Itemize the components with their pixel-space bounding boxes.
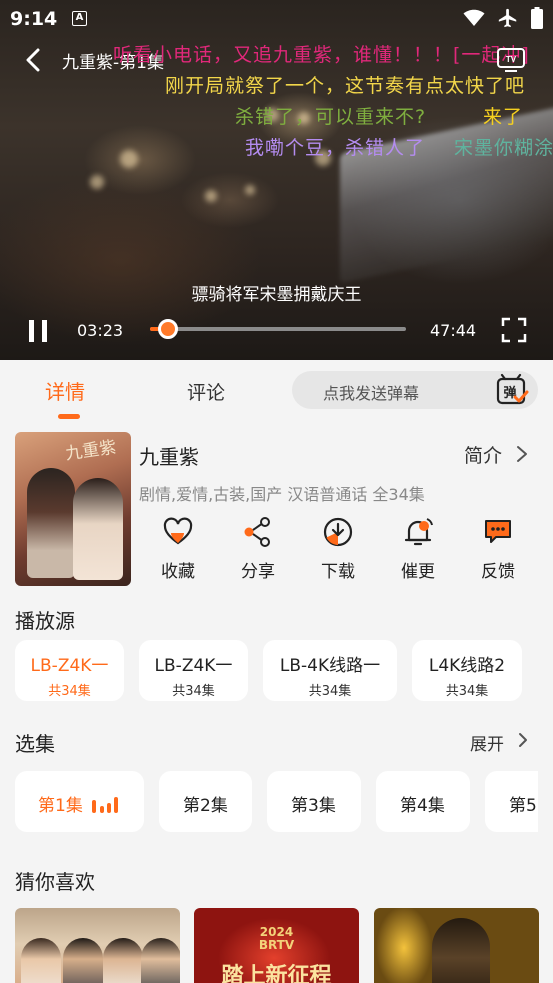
sources-heading: 播放源 [15,609,75,633]
video-subtitle: 骠骑将军宋墨拥戴庆王 [191,285,362,305]
recommend-card[interactable]: 2024 BRTV 踏上新征程 [194,908,359,983]
svg-text:TV: TV [506,55,517,64]
source-card[interactable]: LB-Z4K一 共34集 [15,640,124,701]
feedback-icon [485,520,511,543]
share-label: 分享 [241,562,275,582]
poster-figure [73,478,123,580]
source-name: L4K线路2 [428,656,506,676]
share-icon [244,517,270,547]
recommend-brand: BRTV [258,938,295,952]
source-name: LB-Z4K一 [30,656,109,676]
episode-label: 第5 [509,796,537,816]
tab-detail[interactable]: 详情 [45,376,85,405]
source-name: LB-4K线路一 [279,656,381,676]
fullscreen-icon[interactable] [501,317,527,343]
source-count: 共34集 [308,684,352,699]
danmu-toggle-icon[interactable]: 弹 [495,373,529,407]
danmu-input[interactable]: 点我发送弹幕 弹 [292,371,538,409]
tab-comments[interactable]: 评论 [187,378,225,405]
bell-icon [404,518,433,546]
bokeh-light [120,150,138,168]
show-poster[interactable]: 九重紫 [15,432,131,586]
source-name: LB-Z4K一 [154,656,233,676]
sim-icon: A [72,11,87,26]
brief-link[interactable]: 简介 [464,441,502,468]
battery-icon [531,7,543,29]
danmaku-line-0: 听看小电话，又追九重紫，谁懂！！！[一起冲] [113,44,530,66]
expand-episodes-button[interactable]: 展开 [470,730,504,755]
danmaku-line-1: 刚开局就祭了一个，这节奏有点太快了吧 [165,75,526,97]
video-player[interactable]: 9:14 A 九重紫-第1集 听看小电话，又追九重紫，谁懂！！！[一起冲] TV… [0,0,553,360]
episode-card[interactable]: 第5 [485,771,538,832]
back-arrow-icon[interactable] [22,48,46,72]
download-label: 下载 [321,562,355,582]
recommend-heading: 猜你喜欢 [15,870,95,894]
show-meta: 剧情,爱情,古装,国产 汉语普通话 全34集 [139,485,425,504]
episodes-heading: 选集 [15,732,55,756]
favorite-button[interactable]: 收藏 [148,516,208,586]
source-count: 共34集 [172,684,215,699]
player-controls: 03:23 47:44 [0,314,553,348]
wifi-icon [463,9,485,26]
poster-title: 九重紫 [64,437,118,465]
danmaku-line-2: 杀错了，可以重来不? [235,106,427,128]
episode-label: 第1集 [38,796,83,816]
cover-figure [141,938,180,983]
status-icons [463,7,543,29]
remind-update-label: 催更 [401,562,435,582]
source-count: 共34集 [48,684,91,699]
download-button[interactable]: 下载 [308,516,368,586]
app-screen: 9:14 A 九重紫-第1集 听看小电话，又追九重紫，谁懂！！！[一起冲] TV… [0,0,553,983]
progress-track[interactable] [150,327,406,331]
total-time: 47:44 [430,321,477,340]
source-card[interactable]: L4K线路2 共34集 [412,640,522,701]
tab-active-indicator [58,414,80,419]
episode-card[interactable]: 第2集 [159,771,252,832]
episode-card[interactable]: 第4集 [376,771,470,832]
bokeh-light [205,190,217,202]
recommend-card[interactable] [374,908,539,983]
heart-icon [163,517,193,545]
source-card[interactable]: LB-Z4K一 共34集 [139,640,248,701]
tv-cast-icon[interactable]: TV [496,44,526,74]
airplane-icon [498,8,517,28]
episode-card[interactable]: 第1集 [15,771,144,832]
status-bar: 9:14 A [0,0,553,36]
status-time: 9:14 [10,8,58,30]
recommend-title: 踏上新征程 [221,964,332,983]
show-title: 九重紫 [139,445,199,469]
episode-label: 第2集 [183,796,228,816]
danmaku-line-3: 来了 [483,106,524,128]
share-button[interactable]: 分享 [228,516,288,586]
bokeh-light [245,185,255,195]
cover-figure [21,938,61,983]
episode-card[interactable]: 第3集 [267,771,361,832]
episode-label: 第3集 [291,796,336,816]
progress-thumb[interactable] [158,319,179,339]
danmaku-line-4: 我嘞个豆，杀错人了 [245,137,426,159]
feedback-button[interactable]: 反馈 [468,516,528,586]
cover-figure [103,938,143,983]
recommend-card[interactable] [15,908,180,983]
cover-figure [432,918,490,983]
chevron-right-icon[interactable] [516,731,530,749]
source-card[interactable]: LB-4K线路一 共34集 [263,640,397,701]
pause-icon[interactable] [27,318,51,344]
detail-tabs: 详情 评论 点我发送弹幕 弹 [0,360,553,420]
chevron-right-icon[interactable] [514,444,530,464]
feedback-label: 反馈 [481,562,515,582]
download-icon [323,517,353,547]
source-count: 共34集 [445,684,489,699]
remind-update-button[interactable]: 催更 [388,516,448,586]
danmaku-line-5: 宋墨你糊涂 [454,137,553,159]
danmu-input-placeholder: 点我发送弹幕 [323,384,420,403]
current-time: 03:23 [77,321,124,340]
bokeh-light [90,175,104,189]
poster-figure [27,468,75,578]
cover-figure [63,938,103,983]
now-playing-icon [92,797,118,813]
episode-label: 第4集 [400,796,445,816]
favorite-label: 收藏 [161,562,195,582]
